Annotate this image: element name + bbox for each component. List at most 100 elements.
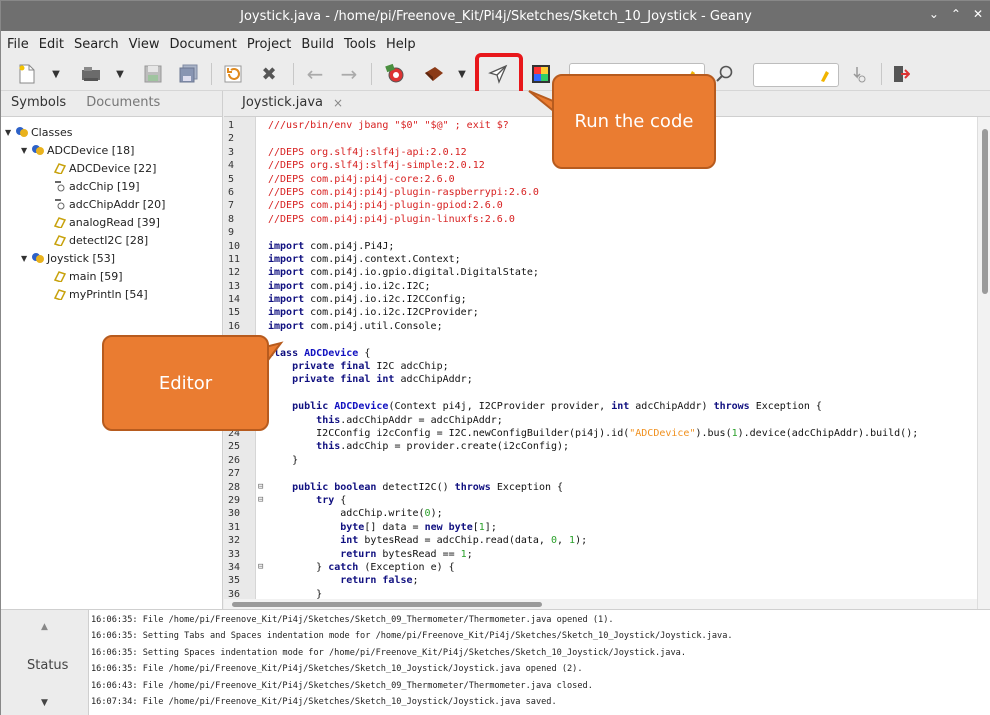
code-line[interactable]: 5 //DEPS com.pi4j:pi4j-core:2.6.0 [224, 173, 974, 186]
goto-line-icon[interactable] [847, 62, 871, 86]
color-chooser-icon[interactable] [529, 62, 553, 86]
code-line[interactable]: 9 [224, 226, 974, 239]
code-line[interactable]: 31 byte[] data = new byte[1]; [224, 521, 974, 534]
quit-icon[interactable] [889, 62, 913, 86]
line-number: 12 [228, 267, 241, 279]
fold-marker-icon[interactable]: ⊟ [258, 494, 266, 507]
code-line[interactable]: 34 ⊟ } catch (Exception e) { [224, 561, 974, 574]
code-editor[interactable]: 1 ///usr/bin/env jbang "$0" "$@" ; exit $… [224, 117, 990, 609]
compile-icon[interactable] [381, 62, 409, 86]
code-line[interactable]: 8 //DEPS com.pi4j:pi4j-plugin-linuxfs:2.6… [224, 213, 974, 226]
expand-arrow-icon[interactable]: ▼ [21, 254, 31, 263]
tab-close-icon[interactable]: × [333, 96, 343, 110]
fold-marker-icon[interactable]: ⊟ [258, 561, 266, 574]
tree-item-adcdevice-method[interactable]: ADCDevice [22] [1, 159, 222, 177]
tab-joystick-java[interactable]: Joystick.java × [242, 95, 343, 110]
save-icon[interactable] [141, 62, 165, 86]
code-line[interactable]: 10 import com.pi4j.Pi4J; [224, 240, 974, 253]
clear-goto-icon [821, 71, 829, 82]
forward-icon[interactable]: → [337, 62, 361, 86]
tree-item-classes[interactable]: ▼ Classes [1, 123, 222, 141]
code-line[interactable]: 7 //DEPS com.pi4j:pi4j-plugin-gpiod:2.6.0 [224, 199, 974, 212]
code-line[interactable]: 29 ⊟ try { [224, 494, 974, 507]
tab-documents[interactable]: Documents [86, 95, 160, 116]
scroll-thumb[interactable] [232, 602, 542, 607]
menu-project[interactable]: Project [247, 37, 291, 52]
line-number: 15 [228, 307, 241, 319]
vertical-scrollbar[interactable] [977, 117, 990, 609]
menu-tools[interactable]: Tools [344, 37, 376, 52]
back-icon[interactable]: ← [303, 62, 327, 86]
tree-item-detecti2c[interactable]: detectI2C [28] [1, 231, 222, 249]
code-line[interactable]: 20 private final int adcChipAddr; [224, 373, 974, 386]
menu-view[interactable]: View [129, 37, 160, 52]
menu-document[interactable]: Document [169, 37, 236, 52]
open-file-dropdown-icon[interactable]: ▼ [113, 62, 127, 86]
code-line[interactable]: 17 [224, 333, 974, 346]
code-line[interactable]: 24 I2CConfig i2cConfig = I2C.newConfigBu… [224, 427, 974, 440]
tree-item-adcchipaddr[interactable]: adcChipAddr [20] [1, 195, 222, 213]
code-line[interactable]: 21 [224, 387, 974, 400]
code-line[interactable]: 13 import com.pi4j.io.i2c.I2C; [224, 280, 974, 293]
code-line[interactable]: 23 this.adcChipAddr = adcChipAddr; [224, 414, 974, 427]
code-line[interactable]: 25 this.adcChip = provider.create(i2cCon… [224, 440, 974, 453]
code-line[interactable]: 19 private final I2C adcChip; [224, 360, 974, 373]
tree-item-adcdevice-class[interactable]: ▼ ADCDevice [18] [1, 141, 222, 159]
scroll-down-icon[interactable]: ▼ [41, 698, 48, 708]
tree-item-main[interactable]: main [59] [1, 267, 222, 285]
code-line[interactable]: 28 ⊟ public boolean detectI2C() throws Ex… [224, 481, 974, 494]
code-line[interactable]: 15 import com.pi4j.io.i2c.I2CProvider; [224, 306, 974, 319]
scroll-thumb[interactable] [982, 129, 988, 294]
close-file-icon[interactable]: ✖ [257, 62, 281, 86]
code-line[interactable]: 35 return false; [224, 574, 974, 587]
code-text: import com.pi4j.util.Console; [268, 320, 443, 332]
open-file-icon[interactable] [79, 62, 103, 86]
code-line[interactable]: 14 import com.pi4j.io.i2c.I2CConfig; [224, 293, 974, 306]
revert-icon[interactable] [221, 62, 245, 86]
code-lines[interactable]: 1 ///usr/bin/env jbang "$0" "$@" ; exit $… [224, 119, 974, 601]
status-message: 16:07:34: File /home/pi/Freenove_Kit/Pi4… [91, 697, 557, 708]
menu-search[interactable]: Search [74, 37, 119, 52]
code-line[interactable]: 6 //DEPS com.pi4j:pi4j-plugin-raspberrypi… [224, 186, 974, 199]
new-file-dropdown-icon[interactable]: ▼ [49, 62, 63, 86]
minimize-button[interactable]: ⌄ [929, 7, 939, 21]
editor-callout: Editor [102, 335, 269, 431]
save-all-icon[interactable] [177, 62, 201, 86]
code-line[interactable]: 12 import com.pi4j.io.gpio.digital.Digita… [224, 266, 974, 279]
menu-file[interactable]: File [7, 37, 29, 52]
build-dropdown-icon[interactable]: ▼ [455, 62, 469, 86]
code-text: //DEPS org.slf4j:slf4j-api:2.0.12 [268, 146, 467, 158]
method-icon [53, 271, 67, 282]
tab-symbols[interactable]: Symbols [11, 95, 66, 116]
tree-item-myprintln[interactable]: myPrintln [54] [1, 285, 222, 303]
tree-item-analogread[interactable]: analogRead [39] [1, 213, 222, 231]
tab-status[interactable]: Status [27, 658, 68, 673]
horizontal-scrollbar[interactable] [224, 599, 977, 609]
menu-help[interactable]: Help [386, 37, 416, 52]
code-line[interactable]: 18⊟class ADCDevice { [224, 347, 974, 360]
line-number: 6 [228, 186, 235, 198]
goto-line-input[interactable] [753, 63, 839, 87]
code-line[interactable]: 32 int bytesRead = adcChip.read(data, 0,… [224, 534, 974, 547]
build-icon[interactable] [421, 62, 447, 86]
expand-arrow-icon[interactable]: ▼ [5, 128, 15, 137]
tree-item-adcchip[interactable]: adcChip [19] [1, 177, 222, 195]
code-line[interactable]: 16 import com.pi4j.util.Console; [224, 320, 974, 333]
close-window-button[interactable]: ✕ [973, 7, 983, 21]
message-tabs: ▲ Status ▼ [1, 610, 89, 715]
maximize-button[interactable]: ⌃ [951, 7, 961, 21]
expand-arrow-icon[interactable]: ▼ [21, 146, 31, 155]
menu-build[interactable]: Build [301, 37, 334, 52]
tree-item-joystick-class[interactable]: ▼ Joystick [53] [1, 249, 222, 267]
code-line[interactable]: 11 import com.pi4j.context.Context; [224, 253, 974, 266]
find-icon[interactable] [713, 62, 737, 86]
code-line[interactable]: 22⊟ public ADCDevice(Context pi4j, I2CPr… [224, 400, 974, 413]
code-line[interactable]: 26 } [224, 454, 974, 467]
code-line[interactable]: 27 [224, 467, 974, 480]
scroll-up-icon[interactable]: ▲ [41, 622, 48, 632]
code-line[interactable]: 30 adcChip.write(0); [224, 507, 974, 520]
new-file-icon[interactable] [15, 62, 39, 86]
menu-edit[interactable]: Edit [39, 37, 64, 52]
fold-marker-icon[interactable]: ⊟ [258, 481, 266, 494]
code-line[interactable]: 33 return bytesRead == 1; [224, 548, 974, 561]
